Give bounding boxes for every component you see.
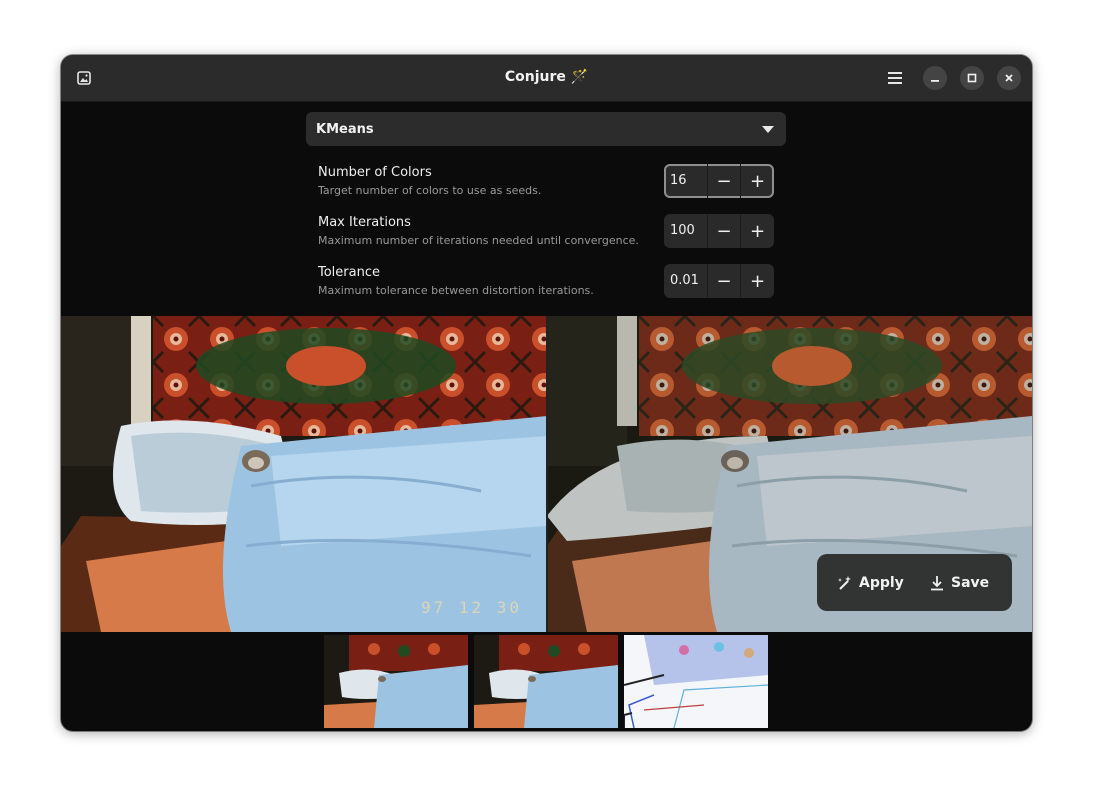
number-of-colors-input[interactable]: 16 bbox=[664, 164, 708, 198]
setting-title: Max Iterations bbox=[318, 215, 411, 230]
minimize-icon bbox=[931, 80, 939, 82]
main-menu-button[interactable] bbox=[880, 63, 910, 93]
apply-label: Apply bbox=[859, 575, 904, 591]
minimize-button[interactable] bbox=[923, 66, 947, 90]
algorithm-dropdown[interactable]: KMeans bbox=[306, 112, 786, 146]
setting-subtitle: Maximum number of iterations needed unti… bbox=[318, 234, 639, 247]
maximize-button[interactable] bbox=[960, 66, 984, 90]
download-icon bbox=[931, 576, 943, 591]
maximize-icon bbox=[967, 73, 977, 83]
decrement-button[interactable]: − bbox=[708, 214, 741, 248]
setting-row-number-of-colors: Number of Colors Target number of colors… bbox=[318, 164, 774, 198]
setting-row-tolerance: Tolerance Maximum tolerance between dist… bbox=[318, 264, 774, 298]
number-of-colors-stepper[interactable]: 16 − + bbox=[664, 164, 774, 198]
setting-subtitle: Maximum tolerance between distortion ite… bbox=[318, 284, 594, 297]
app-window: Conjure 🪄 KMeans Number of Colors Target… bbox=[61, 55, 1032, 731]
hamburger-menu-icon bbox=[888, 72, 902, 84]
tolerance-input[interactable]: 0.01 bbox=[664, 264, 708, 298]
setting-subtitle: Target number of colors to use as seeds. bbox=[318, 184, 542, 197]
save-label: Save bbox=[951, 575, 990, 591]
close-icon bbox=[1005, 74, 1013, 82]
setting-row-max-iterations: Max Iterations Maximum number of iterati… bbox=[318, 214, 774, 248]
header-bar: Conjure 🪄 bbox=[61, 55, 1032, 102]
apply-button[interactable]: Apply bbox=[837, 568, 904, 598]
date-stamp: 97 12 30 bbox=[421, 598, 523, 617]
decrement-button[interactable]: − bbox=[708, 164, 741, 198]
original-image: 97 12 30 bbox=[61, 316, 547, 632]
close-button[interactable] bbox=[997, 66, 1021, 90]
increment-button[interactable]: + bbox=[741, 164, 774, 198]
setting-title: Tolerance bbox=[318, 265, 380, 280]
decrement-button[interactable]: − bbox=[708, 264, 741, 298]
thumbnail-item[interactable] bbox=[324, 635, 468, 728]
max-iterations-input[interactable]: 100 bbox=[664, 214, 708, 248]
setting-title: Number of Colors bbox=[318, 165, 432, 180]
thumbnail-item[interactable] bbox=[474, 635, 618, 728]
tolerance-stepper[interactable]: 0.01 − + bbox=[664, 264, 774, 298]
max-iterations-stepper[interactable]: 100 − + bbox=[664, 214, 774, 248]
increment-button[interactable]: + bbox=[741, 264, 774, 298]
action-bar: Apply Save bbox=[817, 554, 1012, 611]
increment-button[interactable]: + bbox=[741, 214, 774, 248]
save-button[interactable]: Save bbox=[929, 568, 989, 598]
comparison-divider[interactable] bbox=[546, 316, 548, 632]
magic-wand-icon bbox=[838, 576, 851, 590]
chevron-down-icon bbox=[762, 126, 774, 133]
thumbnail-item[interactable] bbox=[624, 635, 768, 728]
algorithm-selected-label: KMeans bbox=[316, 122, 374, 137]
